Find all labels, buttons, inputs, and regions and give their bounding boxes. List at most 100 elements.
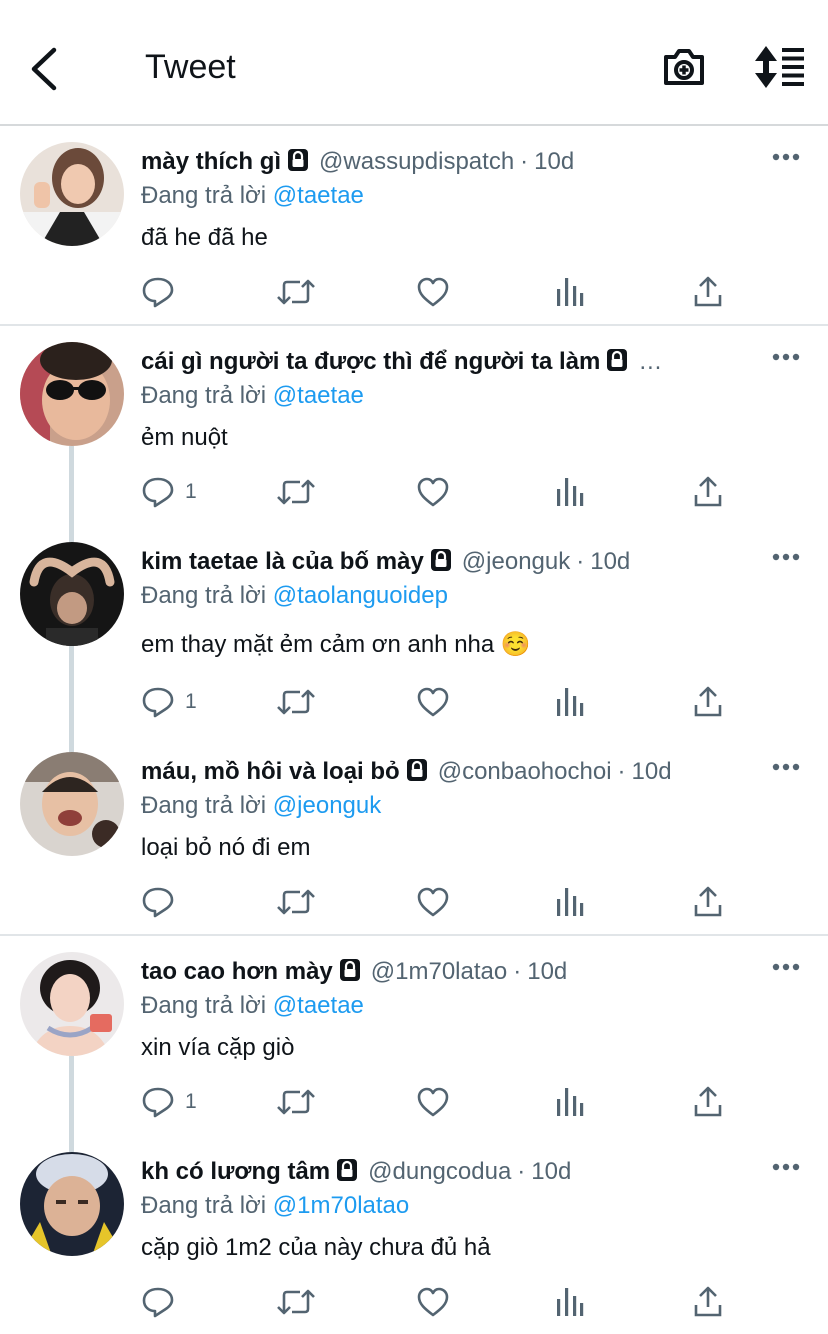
mention-link[interactable]: @taetae — [273, 992, 364, 1019]
retweet-icon — [277, 889, 315, 915]
avatar[interactable] — [20, 542, 124, 646]
separator: · — [513, 958, 522, 985]
reply-button[interactable]: 1 — [141, 682, 197, 722]
avatar[interactable] — [20, 1152, 124, 1256]
display-name[interactable]: cái gì người ta được thì để người ta làm — [141, 348, 600, 376]
retweet-button[interactable] — [276, 882, 316, 922]
reply-count: 1 — [185, 690, 197, 713]
avatar[interactable] — [20, 142, 124, 246]
retweet-icon — [277, 1089, 315, 1115]
tweet[interactable]: mày thích gì @wassupdispatch · 10d Đang … — [0, 126, 828, 326]
timestamp: 10d — [590, 548, 631, 575]
share-button[interactable] — [693, 882, 723, 922]
retweet-button[interactable] — [276, 472, 316, 512]
like-button[interactable] — [416, 1282, 450, 1322]
display-name[interactable]: máu, mồ hôi và loại bỏ — [141, 758, 400, 786]
back-arrow-icon[interactable] — [26, 44, 66, 94]
like-button[interactable] — [416, 882, 450, 922]
retweet-icon — [277, 1289, 315, 1315]
more-icon[interactable] — [772, 352, 800, 362]
retweet-button[interactable] — [276, 682, 316, 722]
display-name[interactable]: tao cao hơn mày — [141, 958, 333, 986]
tweet[interactable]: kh có lương tâm @dungcodua · 10d Đang tr… — [0, 1136, 828, 1334]
reply-icon — [142, 887, 174, 918]
action-bar — [141, 272, 741, 312]
tweet-header: máu, mồ hôi và loại bỏ @conbaohochoi · 1… — [141, 758, 672, 786]
analytics-button[interactable] — [555, 1082, 585, 1122]
analytics-button[interactable] — [555, 272, 585, 312]
lock-icon — [406, 759, 427, 781]
tweet-header: kim taetae là của bố mày @jeonguk · 10d — [141, 548, 630, 576]
mention-link[interactable]: @taetae — [273, 182, 364, 209]
tweet-text: em thay mặt ẻm cảm ơn anh nha ☺️ — [141, 631, 531, 658]
reply-icon — [142, 1087, 174, 1118]
display-name[interactable]: kim taetae là của bố mày — [141, 548, 424, 576]
reply-button[interactable]: 1 — [141, 472, 197, 512]
sort-icon[interactable] — [752, 44, 808, 90]
mention-link[interactable]: @taolanguoidep — [273, 582, 448, 609]
like-button[interactable] — [416, 1082, 450, 1122]
mention-link[interactable]: @1m70latao — [273, 1192, 409, 1219]
analytics-button[interactable] — [555, 472, 585, 512]
display-name[interactable]: kh có lương tâm — [141, 1158, 330, 1186]
tweet-header: mày thích gì @wassupdispatch · 10d — [141, 148, 574, 176]
tweet-text: xin vía cặp giò — [141, 1034, 295, 1061]
retweet-button[interactable] — [276, 1082, 316, 1122]
share-button[interactable] — [693, 682, 723, 722]
more-icon[interactable] — [772, 1162, 800, 1172]
tweet[interactable]: kim taetae là của bố mày @jeonguk · 10d … — [0, 526, 828, 736]
tweet[interactable]: cái gì người ta được thì để người ta làm… — [0, 326, 828, 526]
reply-button[interactable] — [141, 272, 185, 312]
replying-to: Đang trả lời @jeonguk — [141, 792, 381, 820]
analytics-button[interactable] — [555, 682, 585, 722]
more-icon[interactable] — [772, 152, 800, 162]
like-icon — [417, 477, 449, 507]
tweet[interactable]: tao cao hơn mày @1m70latao · 10d Đang tr… — [0, 936, 828, 1136]
like-icon — [417, 1287, 449, 1317]
more-icon[interactable] — [772, 962, 800, 972]
like-button[interactable] — [416, 472, 450, 512]
lock-icon — [430, 549, 451, 571]
share-button[interactable] — [693, 272, 723, 312]
separator: · — [576, 548, 585, 575]
tweet-text: ẻm nuột — [141, 424, 228, 451]
analytics-button[interactable] — [555, 882, 585, 922]
mention-link[interactable]: @taetae — [273, 382, 364, 409]
avatar[interactable] — [20, 952, 124, 1056]
camera-plus-icon[interactable] — [660, 43, 708, 91]
tweet[interactable]: máu, mồ hôi và loại bỏ @conbaohochoi · 1… — [0, 736, 828, 936]
tweet-header: tao cao hơn mày @1m70latao · 10d — [141, 958, 567, 986]
retweet-button[interactable] — [276, 272, 316, 312]
replying-to: Đang trả lời @taetae — [141, 992, 364, 1020]
display-name[interactable]: mày thích gì — [141, 148, 281, 176]
like-icon — [417, 277, 449, 307]
action-bar — [141, 1282, 741, 1322]
avatar[interactable] — [20, 752, 124, 856]
more-icon[interactable] — [772, 552, 800, 562]
analytics-icon — [557, 1088, 584, 1116]
separator: · — [617, 758, 626, 785]
share-button[interactable] — [693, 472, 723, 512]
replying-label: Đang trả lời — [141, 582, 267, 609]
replying-to: Đang trả lời @1m70latao — [141, 1192, 409, 1220]
retweet-button[interactable] — [276, 1282, 316, 1322]
more-icon[interactable] — [772, 762, 800, 772]
action-bar: 1 — [141, 472, 741, 512]
reply-button[interactable] — [141, 882, 185, 922]
mention-link[interactable]: @jeonguk — [273, 792, 381, 819]
replying-label: Đang trả lời — [141, 992, 267, 1019]
like-button[interactable] — [416, 272, 450, 312]
share-button[interactable] — [693, 1082, 723, 1122]
top-bar: Tweet — [0, 0, 828, 126]
reply-count: 1 — [185, 480, 197, 503]
reply-icon — [142, 277, 174, 308]
avatar[interactable] — [20, 342, 124, 446]
timestamp: 10d — [531, 1158, 572, 1185]
share-button[interactable] — [693, 1282, 723, 1322]
reply-button[interactable]: 1 — [141, 1082, 197, 1122]
separator: · — [517, 1158, 526, 1185]
replying-label: Đang trả lời — [141, 182, 267, 209]
like-button[interactable] — [416, 682, 450, 722]
reply-button[interactable] — [141, 1282, 185, 1322]
analytics-button[interactable] — [555, 1282, 585, 1322]
